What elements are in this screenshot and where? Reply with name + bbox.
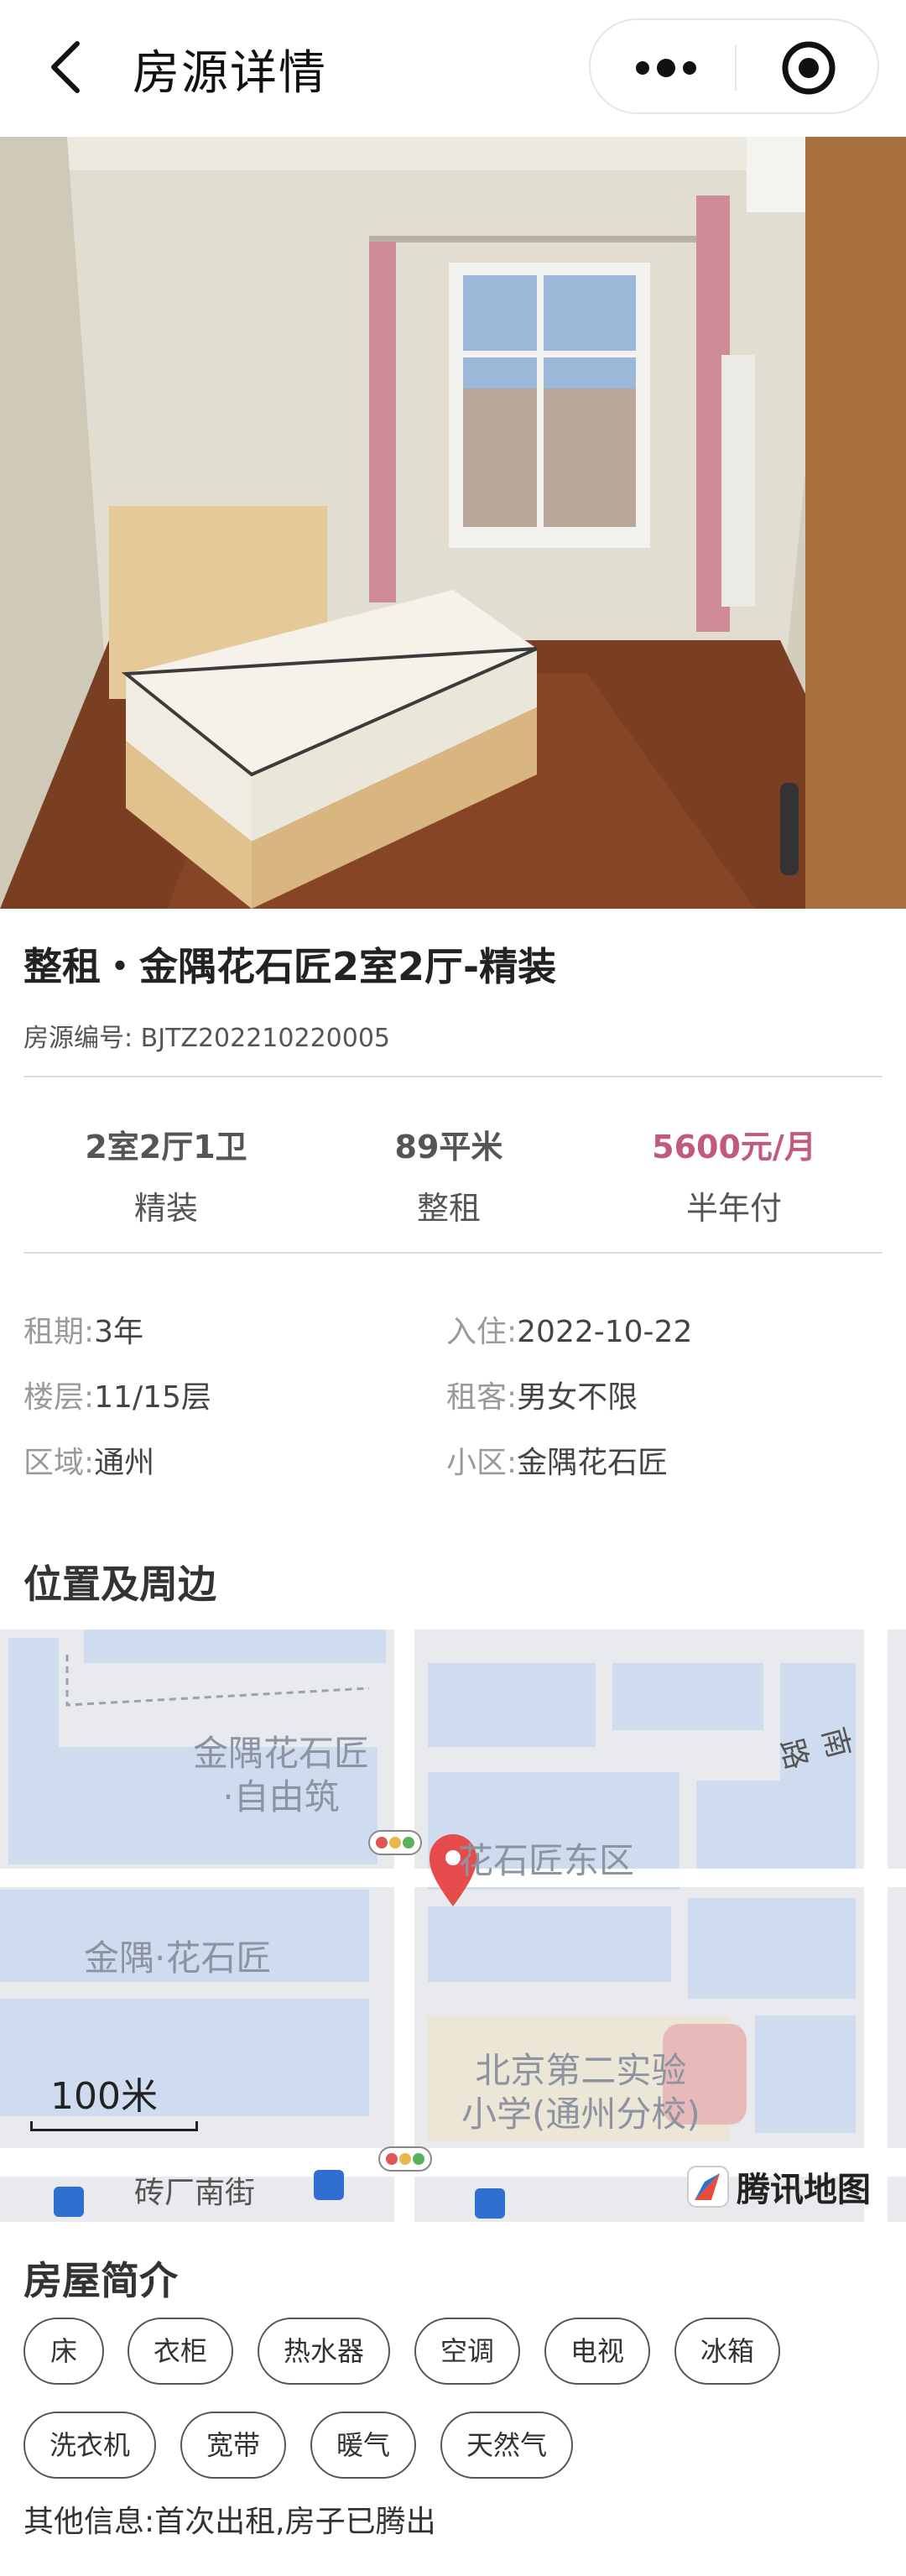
page-title: 房源详情 [133, 46, 327, 101]
map-label-place3: 金隅·花石匠 [84, 1937, 272, 1979]
listing-title: 整租・金隅花石匠2室2厅-精装 [23, 944, 557, 989]
stat-area: 89平米 整租 [323, 1121, 575, 1228]
map-scale-text: 100米 [50, 2075, 158, 2118]
detail-community: 小区:金隅花石匠 [446, 1438, 668, 1482]
detail-label: 区域: [23, 1446, 95, 1480]
map-label-line: 北京第二实验 [475, 2050, 687, 2091]
detail-tenant: 租客:男女不限 [446, 1373, 638, 1416]
close-miniprogram-button[interactable] [775, 39, 842, 97]
location-section-title: 位置及周边 [23, 1562, 216, 1607]
detail-lease-term: 租期:3年 [23, 1307, 143, 1351]
capsule-divider [735, 45, 737, 91]
chevron-left-icon [51, 41, 80, 93]
layout-value: 2室2厅1卫 [85, 1129, 247, 1165]
more-dots-icon [636, 59, 696, 77]
detail-label: 租期: [23, 1315, 95, 1349]
room-photo[interactable] [0, 137, 906, 909]
amenity-tag: 热水器 [258, 2318, 390, 2385]
rent-type-value: 整租 [416, 1190, 481, 1227]
other-info-text: 首次出租,房子已腾出 [154, 2505, 436, 2539]
listing-code: 房源编号: BJTZ202210220005 [23, 1017, 390, 1054]
detail-value: 3年 [94, 1315, 144, 1349]
divider [23, 1252, 883, 1254]
detail-value: 通州 [94, 1446, 155, 1480]
nav-bar: 房源详情 [0, 0, 906, 137]
detail-move-in: 入住:2022-10-22 [446, 1307, 692, 1351]
amenity-tag: 宽带 [180, 2412, 286, 2479]
detail-value: 11/15层 [94, 1380, 211, 1415]
map-label-place2: 花石匠东区 [458, 1840, 635, 1881]
detail-floor: 楼层:11/15层 [23, 1373, 211, 1416]
map-label-school: 北京第二实验 小学(通州分校) [461, 2049, 700, 2136]
amenity-tag: 空调 [414, 2318, 520, 2385]
amenity-tag: 暖气 [310, 2412, 416, 2479]
other-info-label: 其他信息: [23, 2505, 155, 2539]
amenity-tag: 冰箱 [674, 2318, 780, 2385]
decoration-value: 精装 [133, 1190, 198, 1227]
amenity-tag: 洗衣机 [23, 2412, 156, 2479]
detail-label: 入住: [446, 1315, 518, 1349]
more-button[interactable] [624, 39, 708, 97]
stat-layout: 2室2厅1卫 精装 [40, 1121, 292, 1228]
intro-section-title: 房屋简介 [23, 2258, 178, 2303]
detail-label: 租客: [446, 1380, 518, 1415]
amenity-tag: 衣柜 [128, 2318, 233, 2385]
detail-value: 金隅花石匠 [517, 1446, 669, 1480]
detail-label: 楼层: [23, 1380, 95, 1415]
map-label-line: 金隅花石匠 [193, 1733, 370, 1774]
payment-value: 半年付 [685, 1190, 782, 1227]
map-label-line: ·自由筑 [222, 1776, 340, 1817]
target-icon [782, 41, 836, 95]
location-map[interactable]: 金隅花石匠 ·自由筑 花石匠东区 金隅·花石匠 北京第二实验 小学(通州分校) … [0, 1630, 906, 2222]
map-label-line: 小学(通州分校) [461, 2094, 700, 2135]
map-label-place1: 金隅花石匠 ·自由筑 [193, 1732, 369, 1819]
area-value: 89平米 [394, 1129, 503, 1165]
map-canvas [0, 1630, 906, 2222]
amenity-tag: 床 [23, 2318, 104, 2385]
detail-value: 男女不限 [517, 1380, 638, 1415]
stat-price: 5600元/月 半年付 [608, 1121, 860, 1228]
map-scale-bar [30, 2121, 198, 2131]
map-scale: 100米 [30, 2066, 198, 2131]
price-value: 5600元/月 [652, 1129, 816, 1165]
mini-program-capsule [589, 18, 879, 114]
detail-value: 2022-10-22 [517, 1315, 693, 1349]
detail-district: 区域:通州 [23, 1438, 154, 1482]
detail-label: 小区: [446, 1446, 518, 1480]
listing-code-label: 房源编号: [23, 1024, 141, 1053]
map-provider: 腾讯地图 [686, 2163, 871, 2210]
other-info: 其他信息:首次出租,房子已腾出 [23, 2497, 436, 2541]
map-street-label: 砖厂南街 [134, 2176, 256, 2210]
listing-code-value: BJTZ202210220005 [140, 1024, 391, 1053]
amenity-tag: 电视 [544, 2318, 650, 2385]
back-button[interactable] [40, 34, 91, 101]
tencent-map-logo-icon [687, 2166, 729, 2208]
amenity-tag: 天然气 [440, 2412, 573, 2479]
bedroom-photo [0, 137, 906, 909]
divider [23, 1076, 883, 1077]
map-provider-label: 腾讯地图 [737, 2171, 871, 2209]
